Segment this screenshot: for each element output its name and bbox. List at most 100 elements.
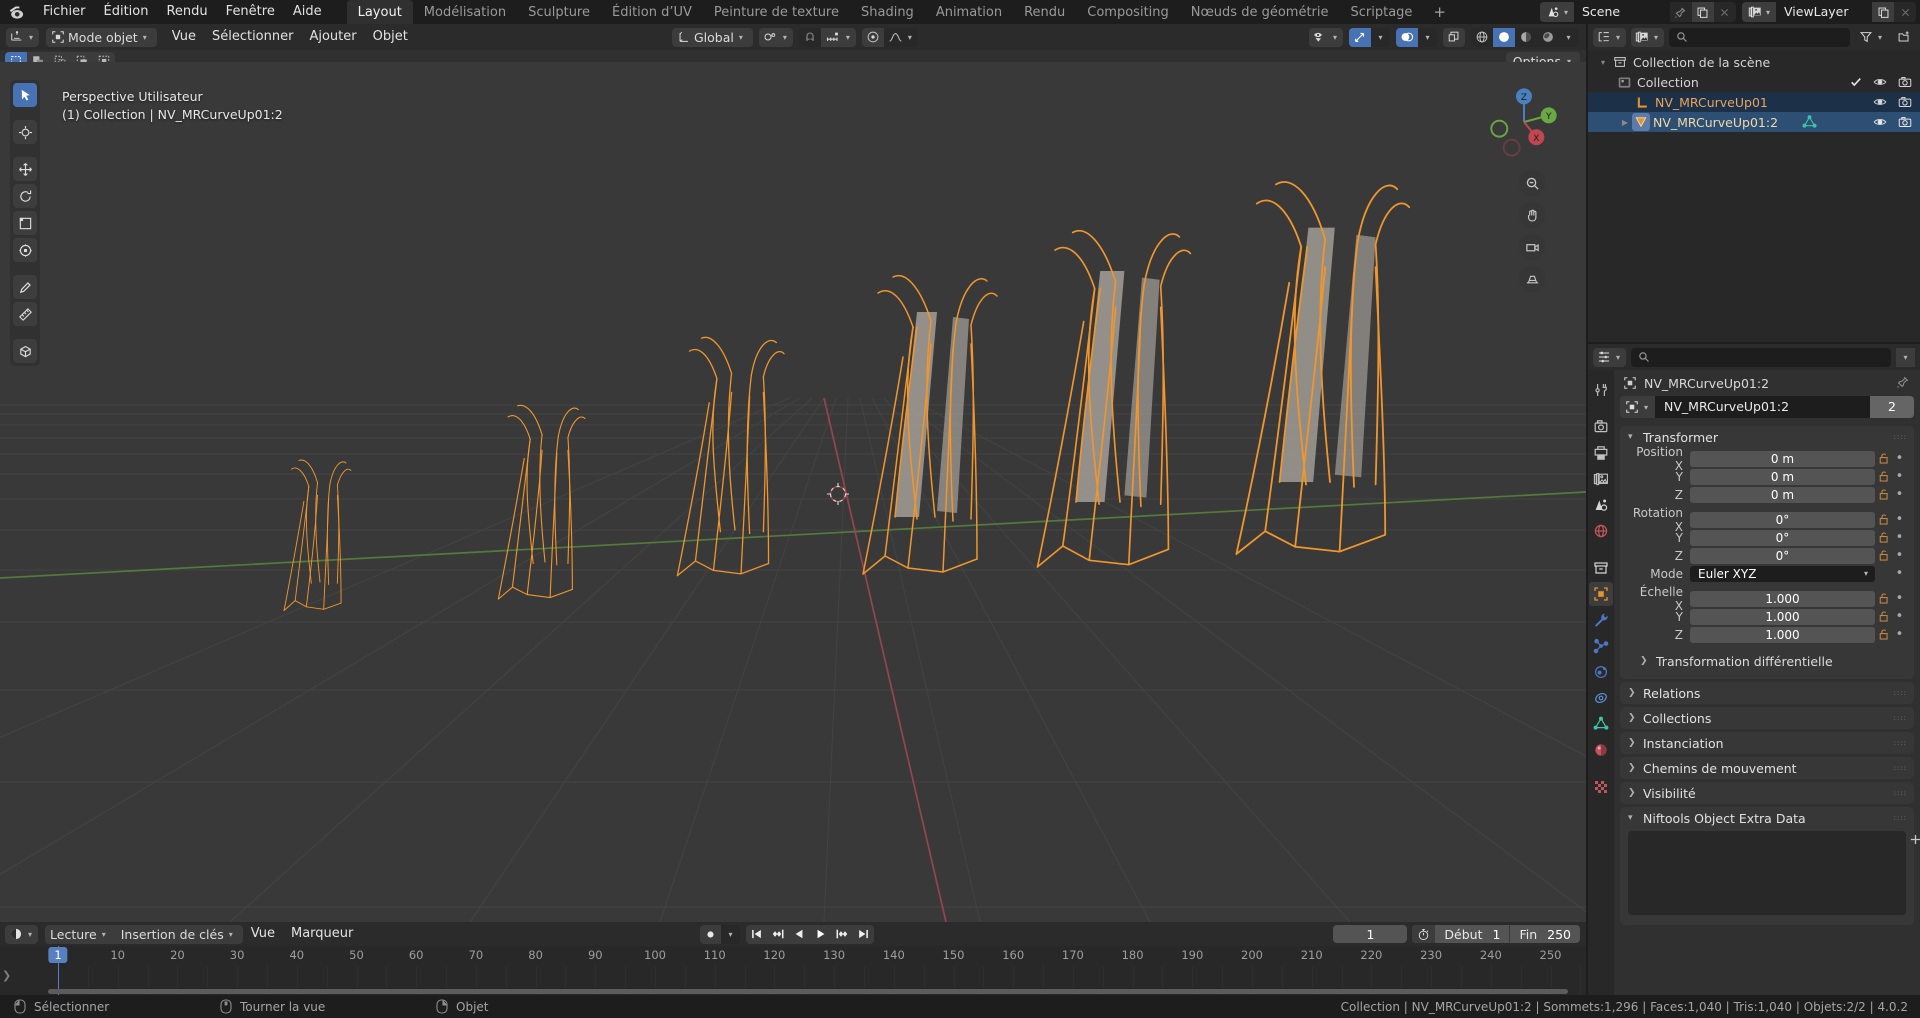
overlays-icon[interactable]	[1396, 27, 1418, 47]
animate-dot-icon[interactable]: •	[1893, 470, 1906, 483]
funnel-icon[interactable]: ▾	[1855, 28, 1888, 47]
disclosure-triangle-closed-icon[interactable]: ❯	[1628, 688, 1637, 698]
outliner-row-object-mesh[interactable]: ▶ NV_MRCurveUp01:2	[1588, 112, 1920, 132]
disclosure-triangle-open-icon[interactable]: ▾	[1628, 432, 1637, 442]
scale-y-field[interactable]: 1.000	[1690, 608, 1875, 625]
eye-icon[interactable]	[1873, 96, 1887, 108]
frame-range-group[interactable]: Début 1 Fin 250	[1412, 925, 1580, 943]
drag-grip-icon[interactable]: ::::	[1894, 740, 1907, 747]
tab-animation[interactable]: Animation	[925, 0, 1013, 24]
lock-icon[interactable]	[1875, 610, 1893, 623]
measure-tool[interactable]	[13, 302, 37, 326]
tab-sculpture[interactable]: Sculpture	[517, 0, 601, 24]
tab-texture-paint[interactable]: Peinture de texture	[703, 0, 850, 24]
scale-z-field[interactable]: 1.000	[1690, 626, 1875, 643]
xray-icon[interactable]	[1443, 27, 1465, 47]
tab-uv-editing[interactable]: Édition d’UV	[601, 0, 703, 24]
disclosure-triangle-open-icon[interactable]: ▾	[1628, 813, 1637, 823]
zoom-icon[interactable]	[1519, 170, 1545, 196]
auto-keying-group[interactable]: ▾	[700, 924, 740, 944]
collections-panel[interactable]: ❯ Collections ::::	[1620, 707, 1914, 729]
current-frame-field[interactable]: 1	[1333, 925, 1408, 943]
pivot-point-selector[interactable]: ▾	[758, 27, 793, 47]
rotate-tool[interactable]	[13, 184, 37, 208]
viewport-menu-selectionner[interactable]: Sélectionner	[204, 26, 302, 48]
disclosure-triangle-closed-icon[interactable]: ❯	[1628, 713, 1637, 723]
play-icon[interactable]	[810, 924, 831, 944]
drag-grip-icon[interactable]: ::::	[1894, 815, 1907, 822]
tab-rendering[interactable]: Rendu	[1013, 0, 1076, 24]
animate-dot-icon[interactable]: •	[1893, 592, 1906, 605]
transform-panel-header[interactable]: ▾ Transformer ::::	[1620, 426, 1914, 448]
add-workspace-button[interactable]: +	[1423, 0, 1456, 24]
viewlayer-icon[interactable]: ▾	[1631, 27, 1664, 47]
lock-icon[interactable]	[1875, 470, 1893, 483]
collection-tab[interactable]	[1589, 556, 1613, 580]
jump-start-icon[interactable]	[746, 924, 767, 944]
timeline-scrollbar[interactable]	[48, 989, 1568, 994]
ortho-persp-icon[interactable]	[1519, 266, 1545, 292]
object-id-type-selector[interactable]: ▾	[1620, 396, 1656, 418]
lock-icon[interactable]	[1875, 531, 1893, 544]
viewport-menu-objet[interactable]: Objet	[365, 26, 416, 48]
disclosure-triangle-closed-icon[interactable]: ❯	[1628, 763, 1637, 773]
shading-options-icon[interactable]: ▾	[1559, 27, 1578, 47]
object-users-count[interactable]: 2	[1870, 396, 1914, 418]
shading-mode-group[interactable]: ▾	[1471, 27, 1578, 47]
lock-icon[interactable]	[1875, 452, 1893, 465]
object-name-field[interactable]: NV_MRCurveUp01:2	[1655, 396, 1870, 418]
rotation-x-field[interactable]: 0°	[1690, 511, 1875, 528]
niftools-list-box[interactable]	[1628, 831, 1920, 915]
playback-controls[interactable]	[746, 924, 874, 944]
timeline-editor-icon[interactable]: ▾	[5, 924, 39, 944]
proportional-edit-icon[interactable]	[861, 27, 884, 47]
close-icon[interactable]	[1894, 2, 1916, 22]
timeline-menu-marqueur[interactable]: Marqueur	[283, 923, 361, 945]
overlays-group[interactable]: ▾	[1396, 27, 1437, 47]
constraints-tab[interactable]	[1589, 686, 1613, 710]
gizmo-toggle-icon[interactable]	[1349, 27, 1371, 47]
blender-logo-icon[interactable]	[0, 0, 34, 24]
instancing-panel[interactable]: ❯ Instanciation ::::	[1620, 732, 1914, 754]
animate-dot-icon[interactable]: •	[1893, 567, 1906, 580]
data-tab[interactable]	[1589, 712, 1613, 736]
annotate-tool[interactable]	[13, 275, 37, 299]
menu-aide[interactable]: Aide	[284, 0, 331, 24]
shading-solid-icon[interactable]	[1493, 27, 1515, 47]
drag-grip-icon[interactable]: ::::	[1894, 715, 1907, 722]
next-keyframe-icon[interactable]	[831, 924, 853, 944]
keying-menu-button[interactable]: Insertion de clés ▾	[115, 924, 243, 944]
niftools-panel-header[interactable]: ▾ Niftools Object Extra Data ::::	[1620, 807, 1914, 829]
prev-keyframe-icon[interactable]	[767, 924, 789, 944]
animate-dot-icon[interactable]: •	[1893, 452, 1906, 465]
gizmo-options-icon[interactable]: ▾	[1371, 27, 1390, 47]
animate-dot-icon[interactable]: •	[1893, 488, 1906, 501]
3d-viewport[interactable]: Perspective Utilisateur (1) Collection |…	[0, 62, 1586, 922]
properties-options-button[interactable]: ▾	[1896, 347, 1915, 367]
lock-icon[interactable]	[1875, 513, 1893, 526]
checkbox-icon[interactable]	[1850, 76, 1862, 88]
orientation-icon[interactable]: Global ▾	[672, 27, 753, 47]
object-visibility-group[interactable]: ▾	[1308, 27, 1343, 47]
scale-x-field[interactable]: 1.000	[1690, 590, 1875, 607]
move-tool[interactable]	[13, 157, 37, 181]
animate-dot-icon[interactable]: •	[1893, 628, 1906, 641]
tab-geometry-nodes[interactable]: Nœuds de géométrie	[1180, 0, 1340, 24]
outliner-row-collection[interactable]: Collection	[1588, 72, 1920, 92]
playhead-label[interactable]: 1	[48, 947, 68, 963]
viewlayer-icon[interactable]: ▾	[1741, 2, 1776, 22]
cursor-tool[interactable]	[13, 120, 37, 144]
shading-material-icon[interactable]	[1515, 27, 1537, 47]
properties-search-box[interactable]	[1631, 347, 1891, 367]
overlay-options-icon[interactable]: ▾	[1418, 27, 1437, 47]
playback-menu-button[interactable]: Lecture ▾	[45, 924, 116, 944]
properties-search-input[interactable]	[1655, 350, 1884, 364]
texture-tab[interactable]	[1589, 775, 1613, 799]
viewport-menu-ajouter[interactable]: Ajouter	[301, 26, 364, 48]
close-icon[interactable]	[1714, 2, 1736, 22]
properties-editor-selector[interactable]: ▾	[1593, 347, 1627, 367]
pin-icon[interactable]	[1896, 375, 1910, 389]
tab-modelisation[interactable]: Modélisation	[413, 0, 517, 24]
editor-type-selector[interactable]: ▾	[6, 27, 40, 47]
output-tab[interactable]	[1589, 441, 1613, 465]
